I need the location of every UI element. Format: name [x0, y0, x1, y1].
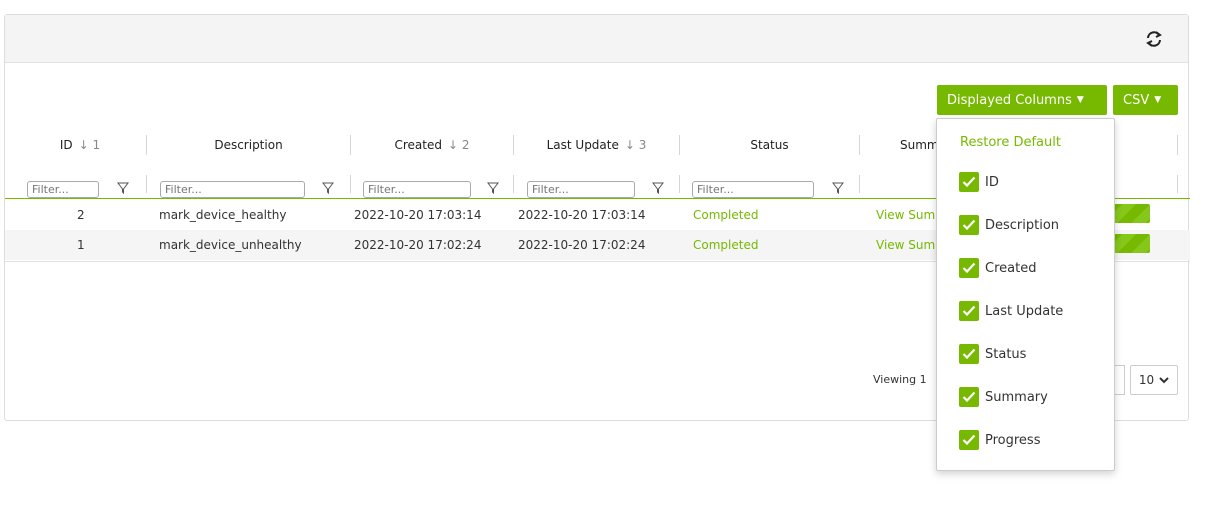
menu-item-created[interactable]: Created — [959, 256, 1036, 280]
cell-created: 2022-10-20 17:02:24 — [354, 238, 482, 252]
column-header-label: Status — [750, 138, 789, 152]
sort-indicator: ↓ 3 — [624, 138, 647, 152]
sort-indicator: ↓ 2 — [447, 138, 470, 152]
column-header-status[interactable]: Status — [680, 133, 859, 157]
caret-down-icon: ▼ — [1154, 95, 1162, 105]
column-header-last-update[interactable]: Last Update ↓ 3 — [514, 133, 679, 157]
restore-default-link[interactable]: Restore Default — [960, 135, 1061, 150]
menu-item-label: Created — [985, 260, 1037, 276]
column-header-label: Last Update — [546, 138, 619, 152]
column-separator — [679, 175, 680, 193]
column-header-label: Description — [214, 138, 283, 152]
column-separator — [513, 175, 514, 193]
filter-created — [363, 180, 508, 200]
cell-description: mark_device_unhealthy — [159, 238, 302, 252]
filter-input-created[interactable] — [363, 181, 471, 198]
funnel-icon[interactable] — [322, 182, 334, 194]
cell-last-update: 2022-10-20 17:03:14 — [518, 208, 646, 222]
cell-id: 1 — [77, 238, 85, 252]
column-separator — [1177, 135, 1178, 155]
funnel-icon[interactable] — [487, 182, 499, 194]
menu-item-status[interactable]: Status — [959, 342, 1026, 366]
cell-created: 2022-10-20 17:03:14 — [354, 208, 482, 222]
displayed-columns-button[interactable]: Displayed Columns ▼ — [937, 85, 1107, 115]
checkbox-checked-icon[interactable] — [959, 301, 979, 321]
panel-header — [5, 15, 1188, 63]
chevron-down-icon — [1159, 377, 1169, 384]
cell-status: Completed — [693, 208, 759, 222]
column-header-label: ID — [59, 138, 73, 152]
filter-input-last-update[interactable] — [527, 181, 635, 198]
checkbox-checked-icon[interactable] — [959, 344, 979, 364]
filter-input-description[interactable] — [160, 181, 305, 198]
displayed-columns-label: Displayed Columns — [947, 92, 1072, 108]
refresh-icon[interactable] — [1144, 29, 1164, 49]
menu-item-progress[interactable]: Progress — [959, 428, 1040, 452]
column-separator — [859, 175, 860, 193]
sort-indicator: ↓ 1 — [78, 138, 101, 152]
menu-item-description[interactable]: Description — [959, 213, 1059, 237]
filter-status — [692, 180, 852, 200]
view-summary-link[interactable]: View Sum — [876, 238, 935, 252]
column-separator — [146, 175, 147, 193]
csv-button[interactable]: CSV ▼ — [1113, 85, 1178, 115]
cell-last-update: 2022-10-20 17:02:24 — [518, 238, 646, 252]
filter-last-update — [527, 180, 672, 200]
column-header-id[interactable]: ID ↓ 1 — [15, 133, 145, 157]
menu-item-label: Status — [985, 346, 1027, 362]
page-size-value: 10 — [1138, 373, 1155, 387]
menu-item-id[interactable]: ID — [959, 170, 999, 194]
menu-item-label: Summary — [985, 389, 1048, 405]
displayed-columns-menu: Restore Default ID Description Created L… — [936, 118, 1115, 471]
checkbox-checked-icon[interactable] — [959, 258, 979, 278]
csv-label: CSV — [1123, 92, 1150, 108]
checkbox-checked-icon[interactable] — [959, 387, 979, 407]
column-header-description[interactable]: Description — [147, 133, 350, 157]
column-header-label: Created — [394, 138, 442, 152]
menu-item-label: Last Update — [985, 303, 1064, 319]
caret-down-icon: ▼ — [1076, 95, 1084, 105]
column-separator — [1177, 175, 1178, 193]
cell-id: 2 — [77, 208, 85, 222]
menu-item-label: Progress — [985, 432, 1041, 448]
funnel-icon[interactable] — [832, 182, 844, 194]
menu-item-label: ID — [985, 174, 999, 190]
cell-description: mark_device_healthy — [159, 208, 287, 222]
column-header-created[interactable]: Created ↓ 2 — [351, 133, 513, 157]
filter-input-status[interactable] — [692, 181, 814, 198]
cell-status: Completed — [693, 238, 759, 252]
page-size-select[interactable]: 10 — [1130, 365, 1178, 395]
checkbox-checked-icon[interactable] — [959, 172, 979, 192]
filter-description — [160, 180, 345, 200]
checkbox-checked-icon[interactable] — [959, 215, 979, 235]
menu-item-label: Description — [985, 217, 1060, 233]
filter-input-id[interactable] — [27, 181, 99, 198]
funnel-icon[interactable] — [652, 182, 664, 194]
menu-item-last-update[interactable]: Last Update — [959, 299, 1063, 323]
view-summary-link[interactable]: View Sum — [876, 208, 935, 222]
filter-id — [27, 180, 137, 200]
menu-item-summary[interactable]: Summary — [959, 385, 1048, 409]
column-separator — [350, 175, 351, 193]
viewing-count: Viewing 1 — [873, 373, 927, 386]
funnel-icon[interactable] — [117, 182, 129, 194]
checkbox-checked-icon[interactable] — [959, 430, 979, 450]
